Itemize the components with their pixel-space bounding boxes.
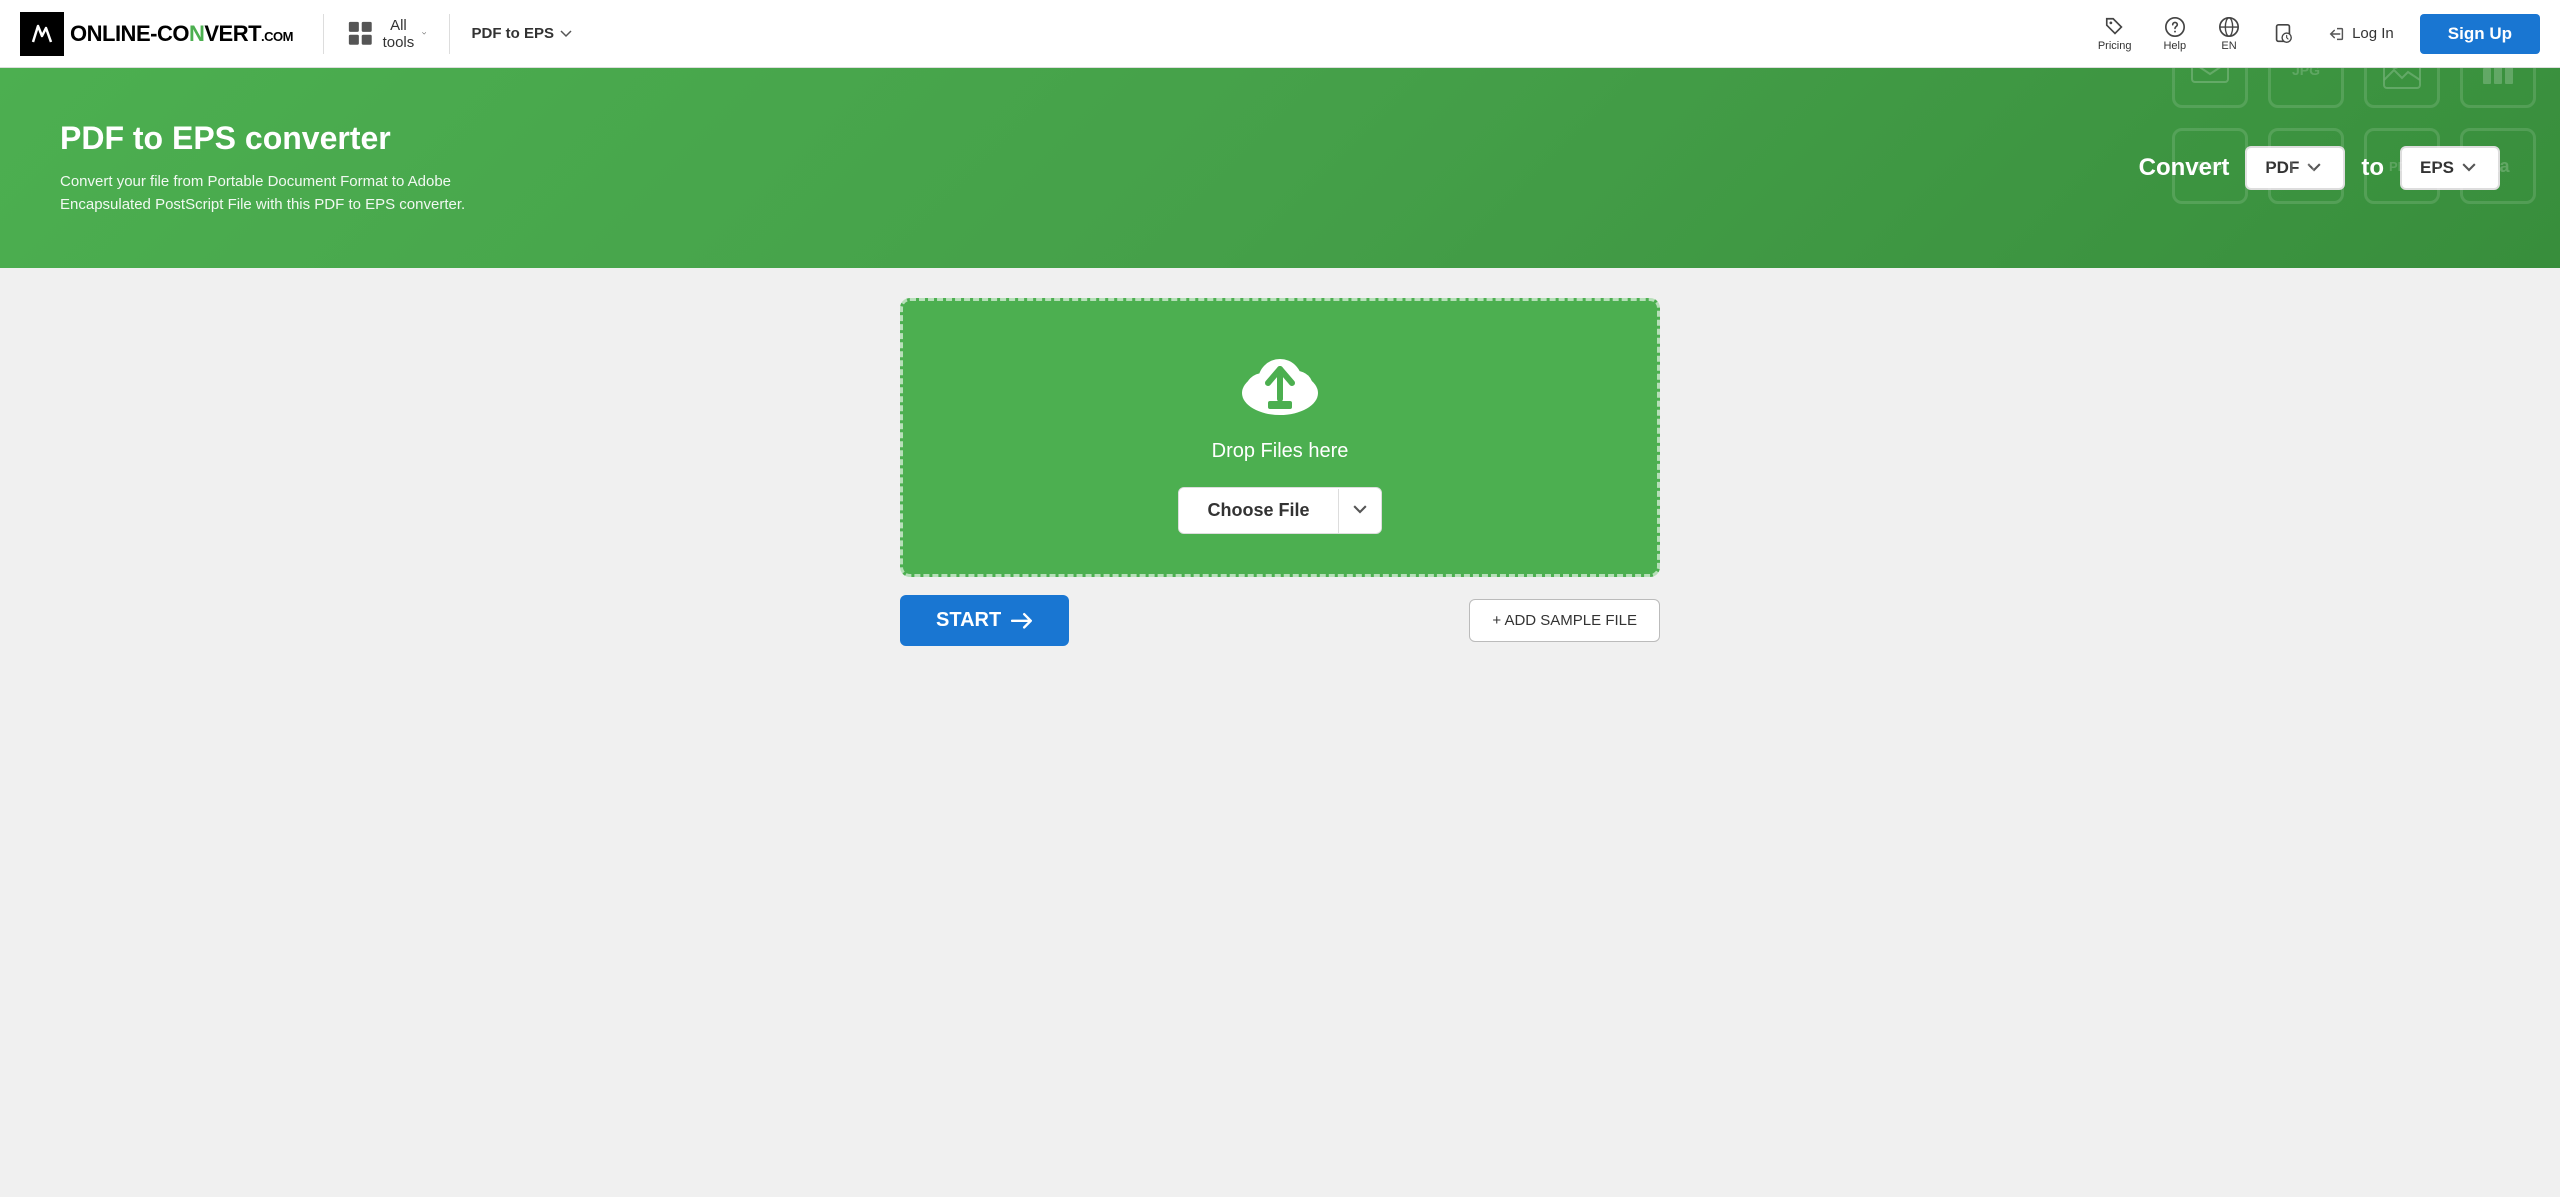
logo-link[interactable]: ONLINE-CONVERT.COM — [20, 12, 293, 56]
pricing-label: Pricing — [2098, 40, 2132, 52]
chevron-down-icon5 — [1353, 505, 1367, 514]
grid-icon — [346, 19, 375, 48]
pricing-button[interactable]: Pricing — [2084, 10, 2146, 58]
upload-icon — [1235, 341, 1325, 426]
choose-file-label: Choose File — [1207, 500, 1309, 520]
converter-dropdown-button[interactable]: PDF to EPS — [460, 17, 585, 50]
bg-icon-png: PNG — [2172, 128, 2248, 204]
language-button[interactable]: EN — [2204, 10, 2254, 58]
add-sample-button[interactable]: + ADD SAMPLE FILE — [1469, 599, 1660, 642]
drop-files-text: Drop Files here — [1212, 440, 1349, 463]
start-label: START — [936, 609, 1001, 632]
bottom-actions: START + ADD SAMPLE FILE — [900, 595, 1660, 646]
bg-icon-email — [2172, 68, 2248, 108]
bg-icon-jpg: JPG — [2268, 68, 2344, 108]
signup-button[interactable]: Sign Up — [2420, 14, 2540, 54]
start-button[interactable]: START — [900, 595, 1069, 646]
signup-label: Sign Up — [2448, 24, 2512, 43]
login-label: Log In — [2352, 25, 2394, 42]
bg-icon-chart — [2460, 68, 2536, 108]
page-title: PDF to EPS converter — [60, 120, 480, 157]
bg-icon-doc — [2268, 128, 2344, 204]
help-label: Help — [2163, 40, 2186, 52]
hero-bg-icons: JPG PNG — [1024, 68, 2560, 268]
header-right: Pricing Help EN — [2084, 10, 2540, 58]
bg-icon-img — [2364, 68, 2440, 108]
main-content: Drop Files here Choose File START + ADD … — [0, 268, 2560, 696]
pricing-icon — [2104, 16, 2126, 38]
lang-label: EN — [2221, 40, 2236, 52]
help-icon — [2164, 16, 2186, 38]
hero-left: PDF to EPS converter Convert your file f… — [60, 120, 480, 216]
all-tools-button[interactable]: All tools — [334, 9, 439, 59]
choose-file-group: Choose File — [1178, 487, 1381, 534]
drop-zone[interactable]: Drop Files here Choose File — [900, 298, 1660, 577]
help-button[interactable]: Help — [2149, 10, 2200, 58]
logo-icon — [20, 12, 64, 56]
all-tools-label: All tools — [383, 17, 415, 51]
history-icon — [2272, 23, 2294, 45]
chevron-down-icon — [422, 32, 426, 35]
choose-file-dropdown-button[interactable] — [1339, 490, 1381, 532]
bg-icon-font: Aa — [2460, 128, 2536, 204]
converter-label: PDF to EPS — [472, 25, 555, 42]
history-button[interactable] — [2258, 17, 2308, 51]
nav-divider — [323, 14, 324, 54]
nav-divider2 — [449, 14, 450, 54]
globe-icon — [2218, 16, 2240, 38]
arrow-right-icon — [1011, 612, 1033, 630]
chevron-down-icon2 — [560, 30, 572, 38]
login-icon — [2328, 25, 2346, 43]
main-header: ONLINE-CONVERT.COM All tools PDF to EPS … — [0, 0, 2560, 68]
logo-text: ONLINE-CONVERT.COM — [70, 21, 293, 47]
hero-banner: PDF to EPS converter Convert your file f… — [0, 68, 2560, 268]
login-button[interactable]: Log In — [2312, 17, 2410, 51]
bg-icon-pdf: PDF — [2364, 128, 2440, 204]
hero-description: Convert your file from Portable Document… — [60, 171, 480, 216]
choose-file-button[interactable]: Choose File — [1179, 488, 1337, 533]
add-sample-label: + ADD SAMPLE FILE — [1492, 612, 1637, 629]
